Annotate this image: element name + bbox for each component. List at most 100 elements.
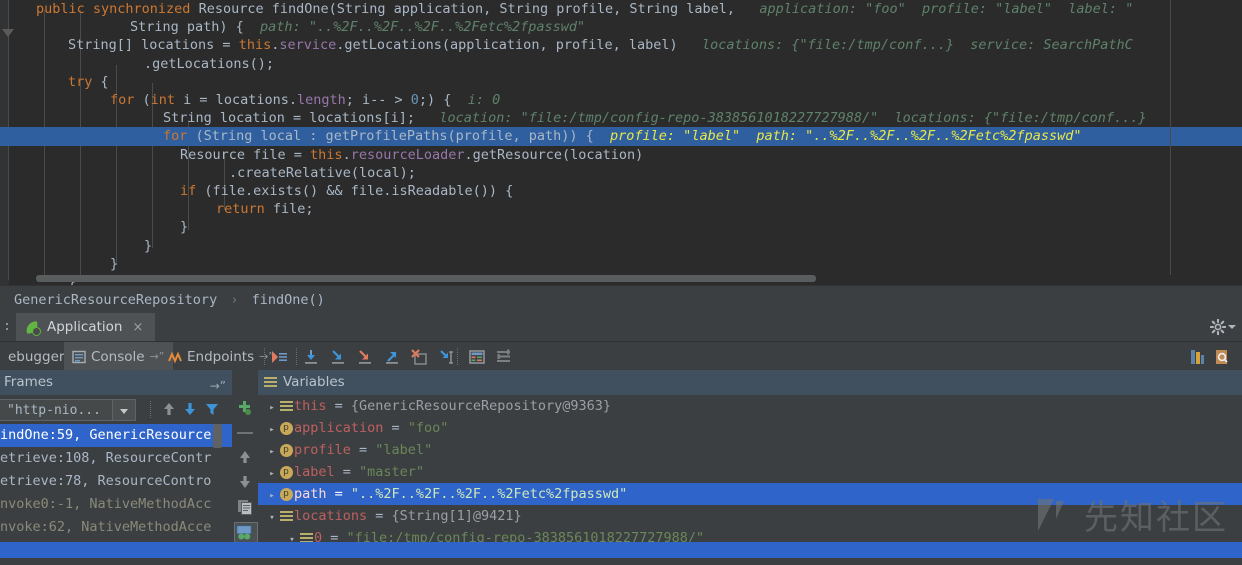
chevron-down-icon[interactable] [1228,325,1236,329]
variables-title: Variables [283,370,345,395]
code-token: for [110,92,134,108]
watermark-logo-icon [1034,495,1074,535]
tabbar-left-label: : [0,313,14,341]
breadcrumb-method[interactable]: findOne() [252,292,325,308]
toolbar-separator [150,401,152,418]
drop-frame-icon[interactable] [410,348,428,366]
tab-application[interactable]: Application × [16,313,155,341]
code-line[interactable]: } [0,237,1242,255]
code-line[interactable]: Resource file = this.resourceLoader.getR… [0,146,1242,164]
frame-row[interactable]: nvoke:62, NativeMethodAcce [0,516,232,539]
remove-icon[interactable] [235,423,255,443]
variables-list[interactable]: ▸this = {GenericResourceRepository@9363}… [258,395,1242,565]
expand-arrow-icon[interactable]: ▸ [266,441,278,463]
step-over-icon[interactable] [302,348,320,366]
frames-toolbar: ● "http-nio... [0,395,232,424]
variable-row[interactable]: ▸this = {GenericResourceRepository@9363} [258,395,1242,417]
breadcrumb[interactable]: GenericResourceRepository › findOne() [0,285,1242,313]
code-line[interactable]: return file; [0,200,1242,218]
code-token: file; [265,201,314,217]
code-lines[interactable]: public synchronized Resource findOne(Str… [0,0,1242,272]
debug-tab-console[interactable]: Console→” [64,342,173,371]
variable-row[interactable]: ▸papplication = "foo" [258,417,1242,439]
step-into-icon[interactable] [329,348,347,366]
frame-row[interactable]: etrieve:108, ResourceContr [0,447,232,470]
code-token: String path) { [130,19,244,35]
code-token: service [279,37,336,53]
toolbar-separator [457,348,459,365]
code-token: path: "..%2F..%2F..%2F..%2Fetc%2fpasswd" [740,128,1081,144]
expand-arrow-icon[interactable]: ▸ [266,419,278,441]
variable-row[interactable]: ▸pprofile = "label" [258,439,1242,461]
code-token: "foo" [865,1,906,17]
code-line[interactable]: try { [0,73,1242,91]
thread-selector[interactable]: ● "http-nio... [0,399,136,421]
editor-horizontal-scrollbar[interactable] [36,275,816,282]
frame-row[interactable]: indOne:59, GenericResource [0,424,232,447]
gear-icon[interactable] [1210,319,1226,335]
frame-row[interactable]: nvoke0:-1, NativeMethodAcc [0,493,232,516]
code-line[interactable]: .getLocations(); [0,55,1242,73]
code-token: label: [1052,1,1125,17]
code-editor[interactable]: public synchronized Resource findOne(Str… [0,0,1242,285]
code-token: .getLocations(); [144,56,274,72]
code-token: this [239,37,272,53]
frames-scrollbar[interactable] [213,424,222,448]
move-down-icon[interactable] [235,472,255,492]
debugger-toolbar: ebuggerConsole→”Endpoints→” [0,341,1242,371]
variable-equals: = [367,508,391,524]
close-icon[interactable]: × [132,320,143,335]
expand-arrow-icon[interactable]: ▸ [266,397,278,419]
code-line[interactable]: for (int i = locations.length; i-- > 0;)… [0,91,1242,109]
expand-arrow-icon[interactable]: ▾ [266,507,278,529]
run-to-cursor-icon[interactable] [437,348,455,366]
move-up-icon[interactable] [235,447,255,467]
code-line[interactable]: } [0,218,1242,236]
code-line[interactable]: .createRelative(local); [0,164,1242,182]
variables-list-icon [264,377,277,388]
watermark-text: 先知社区 [1084,490,1228,539]
variable-row[interactable]: ▸plabel = "master" [258,461,1242,483]
code-line[interactable]: String path) { path: "..%2F..%2F..%2F..%… [0,18,1242,36]
debug-tab-ebugger[interactable]: ebugger [0,342,72,371]
show-execution-point-icon[interactable] [270,348,288,366]
code-line[interactable]: } [0,255,1242,273]
expand-arrow-icon[interactable]: ▸ [266,485,278,507]
code-token: { [92,74,108,90]
expand-arrow-icon[interactable]: ▸ [266,463,278,485]
inspect-icon[interactable] [1214,348,1232,366]
add-watch-icon[interactable] [235,398,255,418]
copy-value-icon[interactable] [235,497,255,517]
code-token: i = locations. [175,92,297,108]
variable-name: locations [294,508,367,524]
code-token: " [1125,1,1133,17]
code-token: profile: [906,1,995,17]
array-icon [280,511,293,522]
parameter-icon: p [280,444,293,457]
frames-filter-icon[interactable] [203,400,221,418]
code-token: return [216,201,265,217]
code-line[interactable]: public synchronized Resource findOne(Str… [0,0,1242,18]
code-line-current[interactable]: for (String local : getProfilePaths(prof… [0,127,1242,145]
code-line[interactable]: if (file.exists() && file.isReadable()) … [0,182,1242,200]
code-line[interactable]: String location = locations[i]; location… [0,109,1242,127]
code-token: resourceLoader [351,147,465,163]
variable-value: "master" [359,464,424,480]
code-token: String location = locations[i]; [163,110,415,126]
code-token: ;) { [419,92,452,108]
step-out-icon[interactable] [383,348,401,366]
breadcrumb-separator-icon: › [225,292,243,308]
force-step-into-icon[interactable] [356,348,374,366]
frames-up-icon[interactable] [160,400,178,418]
evaluate-expression-icon[interactable] [468,348,486,366]
memory-view-icon[interactable] [1188,348,1206,366]
code-token: path: "..%2F..%2F..%2F..%2Fetc%2fpasswd" [244,19,585,35]
frames-down-icon[interactable] [181,400,199,418]
breadcrumb-class[interactable]: GenericResourceRepository [14,292,217,308]
settings-list-icon[interactable] [495,348,513,366]
chevron-down-icon[interactable] [112,400,135,420]
code-line[interactable]: String[] locations = this.service.getLoc… [0,36,1242,54]
code-token: public [36,1,93,17]
frame-row[interactable]: etrieve:78, ResourceContro [0,470,232,493]
code-token: for [163,128,187,144]
